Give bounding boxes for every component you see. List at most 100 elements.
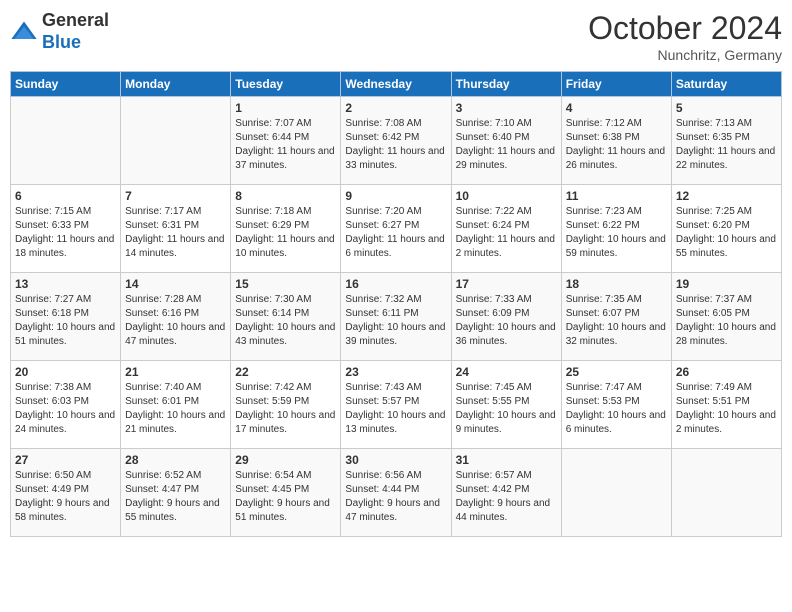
- logo-blue: Blue: [42, 32, 81, 52]
- day-header-friday: Friday: [561, 72, 671, 97]
- day-info: Sunrise: 7:37 AM Sunset: 6:05 PM Dayligh…: [676, 293, 777, 349]
- week-row-4: 20Sunrise: 7:38 AM Sunset: 6:03 PM Dayli…: [11, 361, 782, 449]
- day-info: Sunrise: 7:13 AM Sunset: 6:35 PM Dayligh…: [676, 117, 777, 173]
- day-info: Sunrise: 7:47 AM Sunset: 5:53 PM Dayligh…: [566, 381, 667, 437]
- day-number: 8: [235, 189, 336, 203]
- day-info: Sunrise: 7:18 AM Sunset: 6:29 PM Dayligh…: [235, 205, 336, 261]
- calendar-cell: 14 Sunrise: 7:28 AM Sunset: 6:16 PM Dayli…: [121, 273, 231, 361]
- month-title: October 2024: [588, 10, 782, 47]
- day-info: Sunrise: 7:45 AM Sunset: 5:55 PM Dayligh…: [456, 381, 557, 437]
- week-row-1: 1 Sunrise: 7:07 AM Sunset: 6:44 PM Daylig…: [11, 97, 782, 185]
- calendar-cell: 15 Sunrise: 7:30 AM Sunset: 6:14 PM Dayli…: [231, 273, 341, 361]
- day-info: Sunrise: 6:50 AM Sunset: 4:49 PM Dayligh…: [15, 469, 116, 525]
- calendar-cell: [671, 449, 781, 537]
- logo-icon: [10, 18, 38, 46]
- calendar-header-row: SundayMondayTuesdayWednesdayThursdayFrid…: [11, 72, 782, 97]
- day-number: 13: [15, 277, 116, 291]
- calendar-cell: 27Sunrise: 6:50 AM Sunset: 4:49 PM Dayli…: [11, 449, 121, 537]
- title-block: October 2024 Nunchritz, Germany: [588, 10, 782, 63]
- day-header-sunday: Sunday: [11, 72, 121, 97]
- day-info: Sunrise: 7:08 AM Sunset: 6:42 PM Dayligh…: [345, 117, 446, 173]
- day-info: Sunrise: 6:56 AM Sunset: 4:44 PM Dayligh…: [345, 469, 446, 525]
- day-number: 26: [676, 365, 777, 379]
- calendar-cell: 26 Sunrise: 7:49 AM Sunset: 5:51 PM Dayli…: [671, 361, 781, 449]
- calendar-table: SundayMondayTuesdayWednesdayThursdayFrid…: [10, 71, 782, 537]
- day-info: Sunrise: 7:43 AM Sunset: 5:57 PM Dayligh…: [345, 381, 446, 437]
- day-number: 2: [345, 101, 446, 115]
- day-info: Sunrise: 7:32 AM Sunset: 6:11 PM Dayligh…: [345, 293, 446, 349]
- day-number: 16: [345, 277, 446, 291]
- calendar-cell: 10Sunrise: 7:22 AM Sunset: 6:24 PM Dayli…: [451, 185, 561, 273]
- calendar-cell: 28 Sunrise: 6:52 AM Sunset: 4:47 PM Dayli…: [121, 449, 231, 537]
- calendar-cell: 23 Sunrise: 7:43 AM Sunset: 5:57 PM Dayli…: [341, 361, 451, 449]
- day-number: 7: [125, 189, 226, 203]
- day-info: Sunrise: 7:49 AM Sunset: 5:51 PM Dayligh…: [676, 381, 777, 437]
- day-number: 21: [125, 365, 226, 379]
- day-number: 11: [566, 189, 667, 203]
- day-info: Sunrise: 6:52 AM Sunset: 4:47 PM Dayligh…: [125, 469, 226, 525]
- calendar-cell: 20Sunrise: 7:38 AM Sunset: 6:03 PM Dayli…: [11, 361, 121, 449]
- day-header-tuesday: Tuesday: [231, 72, 341, 97]
- calendar-cell: 21Sunrise: 7:40 AM Sunset: 6:01 PM Dayli…: [121, 361, 231, 449]
- calendar-cell: 6 Sunrise: 7:15 AM Sunset: 6:33 PM Daylig…: [11, 185, 121, 273]
- day-header-wednesday: Wednesday: [341, 72, 451, 97]
- day-info: Sunrise: 7:17 AM Sunset: 6:31 PM Dayligh…: [125, 205, 226, 261]
- day-number: 19: [676, 277, 777, 291]
- location: Nunchritz, Germany: [588, 47, 782, 63]
- day-number: 17: [456, 277, 557, 291]
- day-number: 14: [125, 277, 226, 291]
- calendar-body: 1 Sunrise: 7:07 AM Sunset: 6:44 PM Daylig…: [11, 97, 782, 537]
- page-header: General Blue October 2024 Nunchritz, Ger…: [10, 10, 782, 63]
- day-header-thursday: Thursday: [451, 72, 561, 97]
- calendar-cell: 22Sunrise: 7:42 AM Sunset: 5:59 PM Dayli…: [231, 361, 341, 449]
- day-info: Sunrise: 7:07 AM Sunset: 6:44 PM Dayligh…: [235, 117, 336, 173]
- day-info: Sunrise: 7:10 AM Sunset: 6:40 PM Dayligh…: [456, 117, 557, 173]
- day-number: 28: [125, 453, 226, 467]
- logo-text: General Blue: [42, 10, 109, 53]
- calendar-cell: 7 Sunrise: 7:17 AM Sunset: 6:31 PM Daylig…: [121, 185, 231, 273]
- day-info: Sunrise: 7:27 AM Sunset: 6:18 PM Dayligh…: [15, 293, 116, 349]
- day-number: 6: [15, 189, 116, 203]
- day-number: 24: [456, 365, 557, 379]
- calendar-cell: 31 Sunrise: 6:57 AM Sunset: 4:42 PM Dayli…: [451, 449, 561, 537]
- day-number: 31: [456, 453, 557, 467]
- day-info: Sunrise: 7:28 AM Sunset: 6:16 PM Dayligh…: [125, 293, 226, 349]
- calendar-cell: [561, 449, 671, 537]
- calendar-cell: 5 Sunrise: 7:13 AM Sunset: 6:35 PM Daylig…: [671, 97, 781, 185]
- day-info: Sunrise: 7:30 AM Sunset: 6:14 PM Dayligh…: [235, 293, 336, 349]
- day-info: Sunrise: 6:54 AM Sunset: 4:45 PM Dayligh…: [235, 469, 336, 525]
- calendar-cell: 3 Sunrise: 7:10 AM Sunset: 6:40 PM Daylig…: [451, 97, 561, 185]
- week-row-3: 13 Sunrise: 7:27 AM Sunset: 6:18 PM Dayli…: [11, 273, 782, 361]
- day-number: 10: [456, 189, 557, 203]
- calendar-cell: 16 Sunrise: 7:32 AM Sunset: 6:11 PM Dayli…: [341, 273, 451, 361]
- calendar-cell: 12Sunrise: 7:25 AM Sunset: 6:20 PM Dayli…: [671, 185, 781, 273]
- day-info: Sunrise: 7:15 AM Sunset: 6:33 PM Dayligh…: [15, 205, 116, 261]
- calendar-cell: 8 Sunrise: 7:18 AM Sunset: 6:29 PM Daylig…: [231, 185, 341, 273]
- calendar-cell: 11 Sunrise: 7:23 AM Sunset: 6:22 PM Dayli…: [561, 185, 671, 273]
- calendar-cell: 18 Sunrise: 7:35 AM Sunset: 6:07 PM Dayli…: [561, 273, 671, 361]
- day-number: 30: [345, 453, 446, 467]
- day-number: 5: [676, 101, 777, 115]
- day-info: Sunrise: 7:35 AM Sunset: 6:07 PM Dayligh…: [566, 293, 667, 349]
- day-number: 15: [235, 277, 336, 291]
- calendar-cell: 2 Sunrise: 7:08 AM Sunset: 6:42 PM Daylig…: [341, 97, 451, 185]
- week-row-5: 27Sunrise: 6:50 AM Sunset: 4:49 PM Dayli…: [11, 449, 782, 537]
- calendar-cell: 30 Sunrise: 6:56 AM Sunset: 4:44 PM Dayli…: [341, 449, 451, 537]
- day-number: 1: [235, 101, 336, 115]
- calendar-cell: [121, 97, 231, 185]
- logo-general: General: [42, 10, 109, 30]
- day-number: 18: [566, 277, 667, 291]
- calendar-cell: 4 Sunrise: 7:12 AM Sunset: 6:38 PM Daylig…: [561, 97, 671, 185]
- day-number: 3: [456, 101, 557, 115]
- calendar-cell: 9Sunrise: 7:20 AM Sunset: 6:27 PM Daylig…: [341, 185, 451, 273]
- day-info: Sunrise: 7:33 AM Sunset: 6:09 PM Dayligh…: [456, 293, 557, 349]
- day-number: 25: [566, 365, 667, 379]
- day-info: Sunrise: 7:12 AM Sunset: 6:38 PM Dayligh…: [566, 117, 667, 173]
- day-number: 4: [566, 101, 667, 115]
- day-info: Sunrise: 6:57 AM Sunset: 4:42 PM Dayligh…: [456, 469, 557, 525]
- day-info: Sunrise: 7:23 AM Sunset: 6:22 PM Dayligh…: [566, 205, 667, 261]
- day-number: 23: [345, 365, 446, 379]
- day-header-monday: Monday: [121, 72, 231, 97]
- calendar-cell: 19 Sunrise: 7:37 AM Sunset: 6:05 PM Dayli…: [671, 273, 781, 361]
- logo: General Blue: [10, 10, 109, 53]
